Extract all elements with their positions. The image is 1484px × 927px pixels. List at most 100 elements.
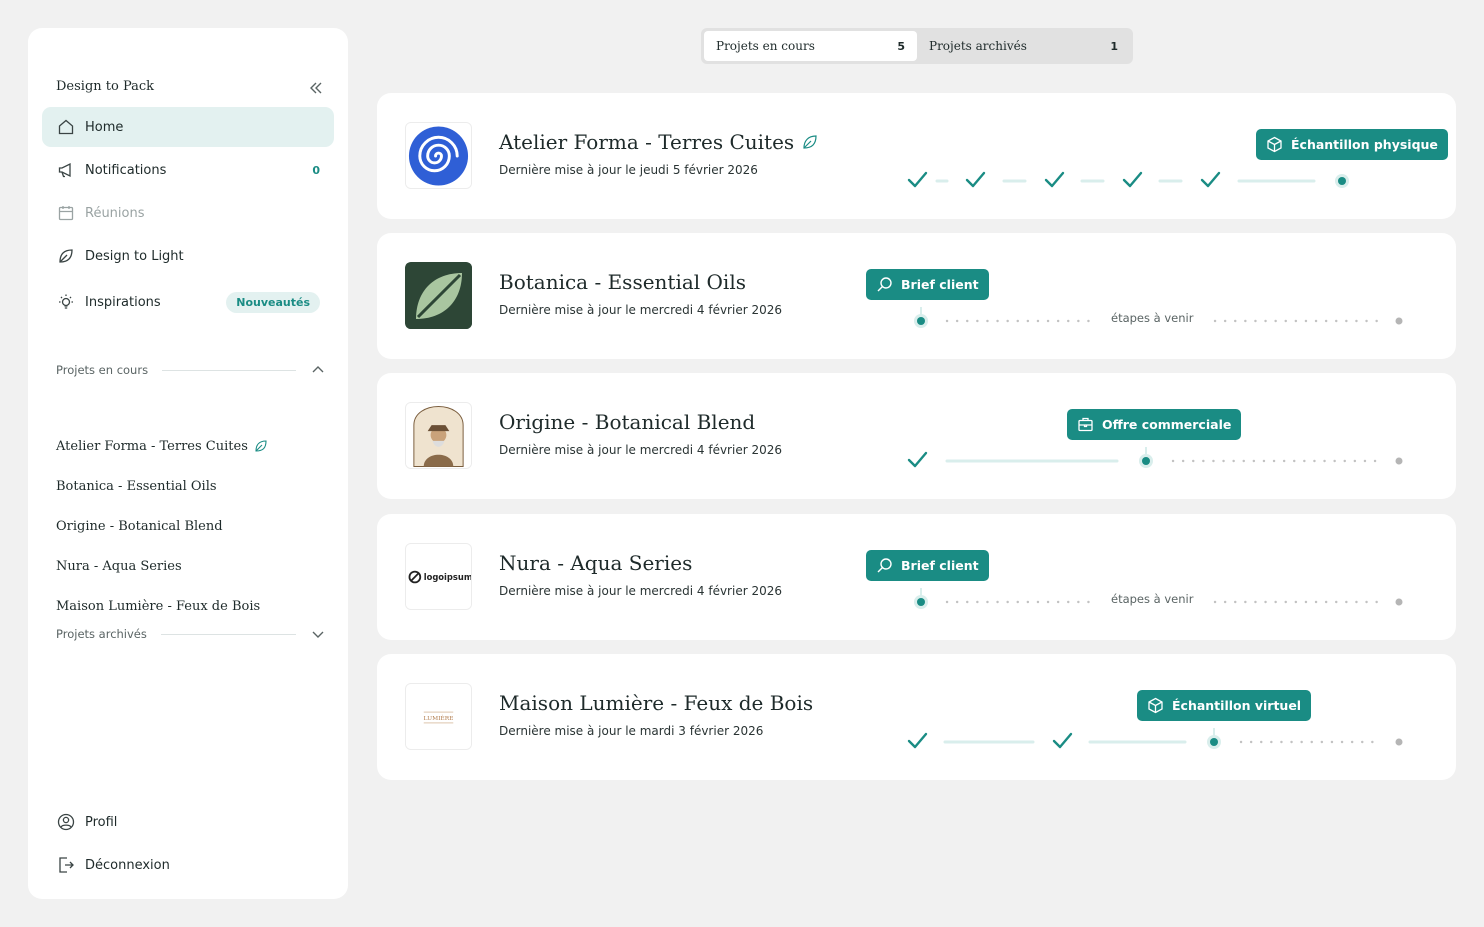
collapse-sidebar-icon[interactable]: [306, 78, 326, 98]
project-link-label: Atelier Forma - Terres Cuites: [56, 438, 248, 454]
project-title-text: Nura - Aqua Series: [499, 551, 693, 575]
project-list: Atelier Forma - Terres Cuites Botanica -…: [56, 426, 268, 626]
last-update-date: Dernière mise à jour le jeudi 5 février …: [499, 163, 758, 177]
eco-leaf-icon: [803, 135, 817, 149]
nav-item-design-to-light[interactable]: Design to Light: [42, 236, 334, 276]
nav-item-label: Home: [85, 119, 124, 135]
project-logo: [405, 402, 472, 469]
project-title-text: Botanica - Essential Oils: [499, 270, 746, 294]
current-step-dot: [1207, 735, 1221, 749]
archived-section-header[interactable]: Projets archivés: [56, 626, 326, 642]
nav-item-reunions: Réunions: [42, 193, 334, 233]
megaphone-icon: [56, 160, 76, 180]
upcoming-steps-label: étapes à venir: [1111, 311, 1194, 325]
project-card-origine[interactable]: Origine - Botanical Blend Dernière mise …: [377, 373, 1456, 499]
project-title: Origine - Botanical Blend: [499, 410, 755, 434]
home-icon: [56, 117, 76, 137]
svg-text:logoipsum: logoipsum: [424, 571, 471, 581]
final-step-dot: [1395, 598, 1403, 606]
project-link-botanica[interactable]: Botanica - Essential Oils: [56, 466, 268, 506]
stage-button[interactable]: Échantillon virtuel: [1137, 690, 1312, 721]
project-title-text: Maison Lumière - Feux de Bois: [499, 691, 814, 715]
completed-step-check-icon: [1044, 171, 1065, 188]
stage-button[interactable]: Brief client: [866, 269, 989, 300]
chevron-up-icon[interactable]: [310, 362, 326, 378]
progress-track: [907, 447, 1403, 468]
profile-label: Profil: [85, 814, 118, 830]
nav-item-inspirations[interactable]: Inspirations Nouveautés: [42, 279, 334, 325]
section-title: Projets archivés: [56, 627, 147, 641]
project-link-label: Botanica - Essential Oils: [56, 478, 217, 494]
project-link-atelier-forma[interactable]: Atelier Forma - Terres Cuites: [56, 426, 268, 466]
bottom-nav-logout: Déconnexion: [56, 853, 170, 877]
last-update-date: Dernière mise à jour le mercredi 4 févri…: [499, 584, 782, 598]
project-logo: [405, 122, 472, 189]
project-card-atelier-forma[interactable]: Atelier Forma - Terres Cuites Dernière m…: [377, 93, 1456, 219]
section-title: Projets en cours: [56, 363, 149, 377]
nav-item-notifications[interactable]: Notifications 0: [42, 150, 334, 190]
stage-button[interactable]: Offre commerciale: [1067, 409, 1242, 440]
stage-label: Brief client: [901, 558, 979, 573]
final-step-dot: [1395, 457, 1403, 465]
lumiere-logo-icon: LUMIÈRE: [406, 684, 471, 749]
completed-step-check-icon: [965, 171, 986, 188]
completed-step-check-icon: [907, 171, 928, 188]
final-step-dot: [1395, 738, 1403, 746]
project-title-text: Origine - Botanical Blend: [499, 410, 756, 434]
lightbulb-icon: [56, 292, 76, 312]
project-logo: LUMIÈRE: [405, 683, 472, 750]
stage-label: Échantillon virtuel: [1172, 698, 1302, 713]
spiral-logo-icon: [406, 123, 471, 188]
completed-step-check-icon: [907, 732, 928, 749]
nav-item-label: Notifications: [85, 162, 167, 178]
logout-link[interactable]: Déconnexion: [56, 853, 170, 877]
bottom-nav: Profil: [56, 810, 117, 834]
final-step-dot: [1395, 317, 1403, 325]
project-link-label: Maison Lumière - Feux de Bois: [56, 598, 261, 614]
project-link-label: Nura - Aqua Series: [56, 558, 182, 574]
sidebar: Design to Pack Home Notifications 0 Réun…: [28, 28, 348, 899]
nav-item-label: Design to Light: [85, 248, 184, 264]
section-divider: [162, 369, 296, 371]
notifications-count: 0: [312, 163, 320, 177]
project-title: Botanica - Essential Oils: [499, 270, 746, 294]
tab-count: 1: [1110, 39, 1118, 53]
project-link-maison-lumiere[interactable]: Maison Lumière - Feux de Bois: [56, 586, 268, 626]
tab-projets-en-cours[interactable]: Projets en cours 5: [704, 31, 917, 61]
new-badge: Nouveautés: [226, 291, 320, 313]
last-update-date: Dernière mise à jour le mercredi 4 févri…: [499, 303, 782, 317]
briefcase-icon: [1078, 417, 1093, 432]
brand-name: Design to Pack: [56, 79, 155, 94]
project-card-maison-lumiere[interactable]: LUMIÈRE Maison Lumière - Feux de Bois De…: [377, 654, 1456, 780]
box-icon: [1267, 136, 1282, 153]
completed-step-check-icon: [907, 451, 928, 468]
tab-projets-archives[interactable]: Projets archivés 1: [917, 31, 1130, 61]
project-title: Atelier Forma - Terres Cuites: [499, 130, 818, 154]
current-step-dot: [914, 314, 928, 328]
svg-text:LUMIÈRE: LUMIÈRE: [424, 713, 454, 721]
nav-item-home[interactable]: Home: [42, 107, 334, 147]
leaf-logo-icon: [405, 262, 472, 329]
profile-link[interactable]: Profil: [56, 810, 117, 834]
illustration-logo-icon: [406, 403, 471, 468]
current-step-dot: [914, 595, 928, 609]
nav-item-label: Réunions: [85, 205, 145, 221]
last-update-date: Dernière mise à jour le mardi 3 février …: [499, 724, 764, 738]
stage-button[interactable]: Échantillon physique: [1256, 129, 1448, 160]
project-logo: [405, 262, 472, 329]
project-link-origine[interactable]: Origine - Botanical Blend: [56, 506, 268, 546]
eco-leaf-icon: [255, 440, 267, 452]
project-link-nura[interactable]: Nura - Aqua Series: [56, 546, 268, 586]
search-icon: [877, 277, 892, 292]
stage-button[interactable]: Brief client: [866, 550, 989, 581]
completed-step-check-icon: [1200, 171, 1221, 188]
main-nav: Home Notifications 0 Réunions Design to …: [42, 107, 334, 328]
logout-label: Déconnexion: [85, 857, 170, 873]
logout-icon: [59, 857, 74, 873]
project-link-label: Origine - Botanical Blend: [56, 518, 223, 534]
projects-section-header[interactable]: Projets en cours: [56, 362, 326, 378]
project-card-nura[interactable]: logoipsum Nura - Aqua Series Dernière mi…: [377, 514, 1456, 640]
tab-label: Projets archivés: [929, 39, 1027, 53]
project-card-botanica[interactable]: Botanica - Essential Oils Dernière mise …: [377, 233, 1456, 359]
chevron-down-icon[interactable]: [310, 626, 326, 642]
